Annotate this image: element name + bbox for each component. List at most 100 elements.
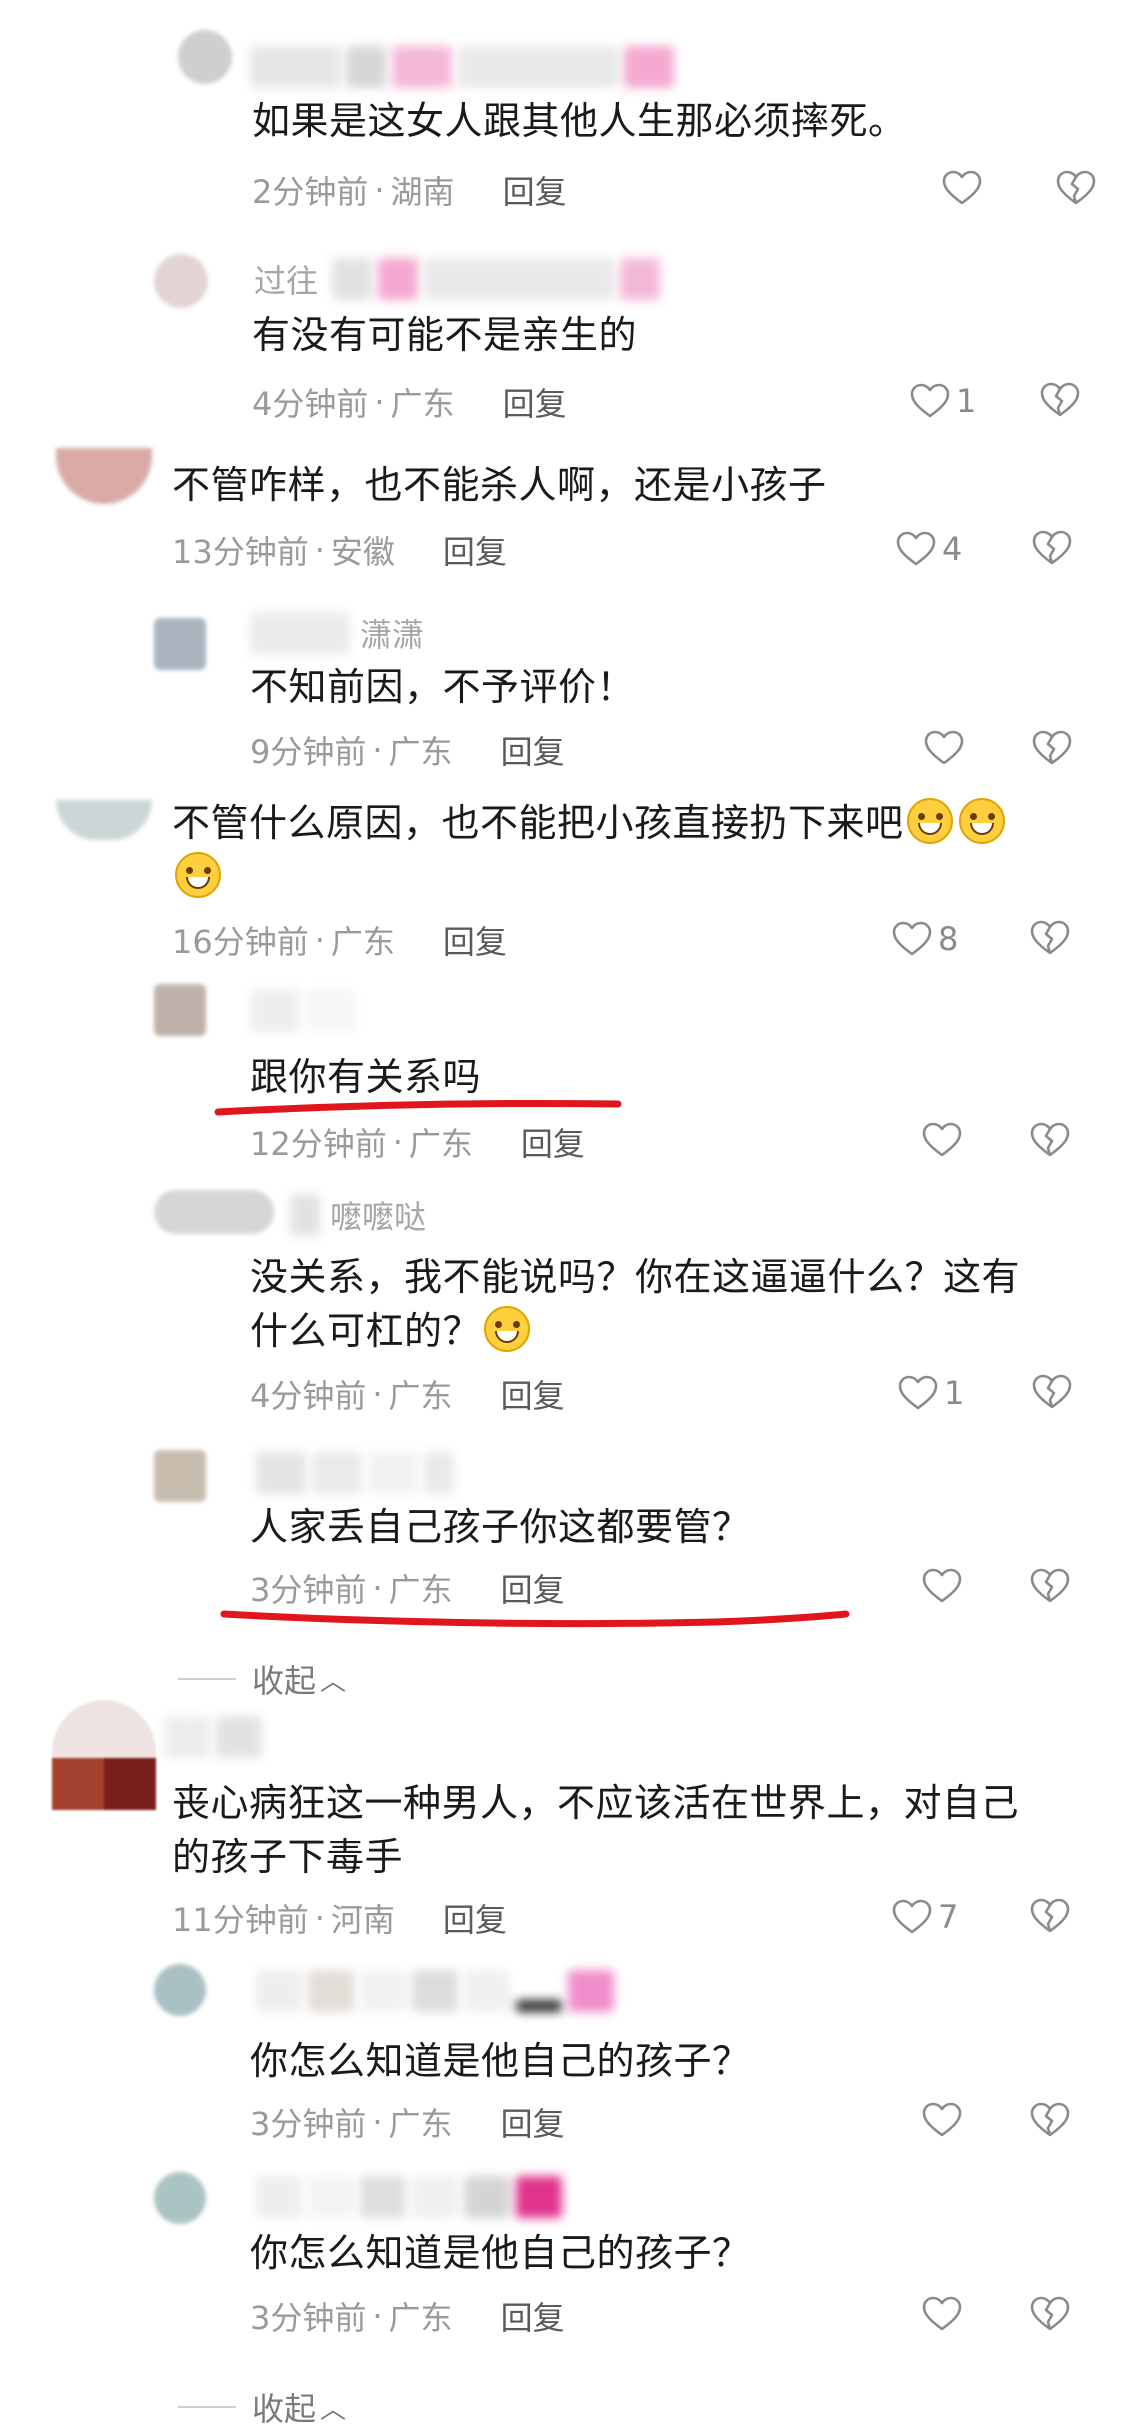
avatar[interactable] [154, 1964, 206, 2016]
comment-text: 没关系，我不能说吗？你在这逼逼什么？这有 什么可杠的？ [250, 1255, 1021, 1353]
like-button[interactable]: 1 [910, 382, 976, 420]
collapse-replies-button[interactable]: 收起 ︿ [178, 2384, 346, 2430]
comment-text: 你怎么知道是他自己的孩子？ [250, 2039, 751, 2083]
comment-time: 13分钟前 [172, 533, 309, 571]
reply-button[interactable]: 回复 [503, 167, 567, 213]
comment-text: 不管什么原因，也不能把小孩直接扔下来吧 [172, 796, 1092, 904]
username[interactable] [250, 42, 680, 92]
avatar[interactable] [52, 1700, 156, 1810]
dislike-button[interactable] [1030, 1898, 1070, 1938]
comment-meta: 4分钟前 · 广东 回复 [250, 1372, 565, 1416]
username[interactable] [250, 986, 362, 1036]
comment-text: 丧心病狂这一种男人，不应该活在世界上，对自己 的孩子下毒手 [172, 1781, 1020, 1879]
avatar[interactable] [154, 1450, 206, 1502]
username[interactable] [164, 1712, 268, 1762]
like-button[interactable] [924, 730, 970, 766]
broken-heart-icon [1030, 2102, 1070, 2137]
reply-button[interactable]: 回复 [501, 1371, 565, 1417]
reply-button[interactable]: 回复 [443, 1895, 507, 1941]
grinning-sweat-emoji [958, 798, 1005, 844]
comment-meta: 11分钟前 · 河南 回复 [172, 1896, 507, 1940]
avatar[interactable] [56, 800, 152, 840]
heart-outline-icon [896, 531, 936, 566]
avatar[interactable] [154, 1190, 274, 1234]
avatar[interactable] [154, 984, 206, 1036]
reply-button[interactable]: 回复 [501, 2099, 565, 2145]
comment-location: 广东 [388, 1571, 453, 1609]
meta-separator: · [372, 731, 383, 769]
like-button[interactable]: 1 [898, 1374, 964, 1412]
heart-outline-icon [922, 2296, 962, 2331]
reply-button[interactable]: 回复 [501, 727, 565, 773]
divider [178, 1678, 236, 1680]
username[interactable]: 潇潇 [250, 608, 424, 658]
reply-button[interactable]: 回复 [443, 527, 507, 573]
like-button[interactable]: 8 [892, 920, 958, 958]
dislike-button[interactable] [1032, 1374, 1072, 1414]
comment-meta: 4分钟前 · 广东 回复 [252, 380, 567, 424]
username[interactable]: 嚒嚒哒 [290, 1190, 426, 1240]
reply-button[interactable]: 回复 [503, 379, 567, 425]
comment-location: 广东 [388, 2105, 453, 2143]
collapse-replies-button[interactable]: 收起 ︿ [178, 1656, 346, 1702]
dislike-button[interactable] [1056, 170, 1096, 210]
divider [178, 2406, 236, 2408]
username[interactable] [256, 2172, 568, 2222]
like-button[interactable]: 4 [896, 530, 962, 568]
comment-meta: 3分钟前 · 广东 回复 [250, 2100, 565, 2144]
comment-meta: 9分钟前 · 广东 回复 [250, 728, 565, 772]
like-button[interactable] [942, 170, 988, 206]
reply-button[interactable]: 回复 [501, 2293, 565, 2339]
reply-button[interactable]: 回复 [501, 1565, 565, 1611]
comment-location: 广东 [408, 1125, 473, 1163]
heart-outline-icon [892, 921, 932, 956]
comment-text: 你怎么知道是他自己的孩子？ [250, 2231, 751, 2275]
chevron-up-icon: ︿ [320, 1666, 347, 1697]
dislike-button[interactable] [1030, 920, 1070, 960]
like-button[interactable] [922, 1568, 968, 1604]
broken-heart-icon [1030, 1122, 1070, 1157]
dislike-button[interactable] [1030, 2102, 1070, 2142]
like-button[interactable] [922, 1122, 968, 1158]
broken-heart-icon [1030, 1898, 1070, 1933]
username[interactable] [256, 1966, 620, 2016]
avatar[interactable] [154, 618, 206, 670]
reply-button[interactable]: 回复 [443, 917, 507, 963]
comment-text: 跟你有关系吗 [250, 1055, 482, 1099]
comment-text: 不知前因，不予评价！ [250, 665, 636, 709]
comment-text: 有没有可能不是亲生的 [252, 313, 638, 357]
username[interactable]: 过往 [250, 254, 666, 304]
avatar[interactable] [56, 448, 152, 504]
avatar[interactable] [154, 254, 208, 308]
grinning-sweat-emoji [484, 1306, 531, 1352]
comment-text: 人家丢自己孩子你这都要管？ [250, 1505, 751, 1549]
comment-meta: 2分钟前 · 湖南 回复 [252, 168, 567, 212]
dislike-button[interactable] [1030, 1568, 1070, 1608]
reply-button[interactable]: 回复 [521, 1119, 585, 1165]
username[interactable] [256, 1448, 460, 1498]
broken-heart-icon [1032, 530, 1072, 565]
meta-separator: · [314, 531, 325, 569]
avatar[interactable] [154, 2172, 206, 2224]
heart-outline-icon [924, 730, 964, 765]
dislike-button[interactable] [1030, 2296, 1070, 2336]
comment-time: 2分钟前 [252, 173, 369, 211]
broken-heart-icon [1032, 1374, 1072, 1409]
dislike-button[interactable] [1030, 1122, 1070, 1162]
dislike-button[interactable] [1040, 382, 1080, 422]
dislike-button[interactable] [1032, 530, 1072, 570]
comment-meta: 12分钟前 · 广东 回复 [250, 1120, 585, 1164]
like-button[interactable] [922, 2296, 968, 2332]
broken-heart-icon [1056, 170, 1096, 205]
dislike-button[interactable] [1032, 730, 1072, 770]
like-button[interactable]: 7 [892, 1898, 958, 1936]
meta-separator: · [374, 171, 385, 209]
avatar[interactable] [178, 30, 232, 84]
broken-heart-icon [1032, 730, 1072, 765]
broken-heart-icon [1030, 920, 1070, 955]
broken-heart-icon [1040, 382, 1080, 417]
comment-text: 不管咋样，也不能杀人啊，还是小孩子 [172, 463, 827, 507]
comment-time: 4分钟前 [252, 385, 369, 423]
meta-separator: · [372, 2103, 383, 2141]
like-button[interactable] [922, 2102, 968, 2138]
